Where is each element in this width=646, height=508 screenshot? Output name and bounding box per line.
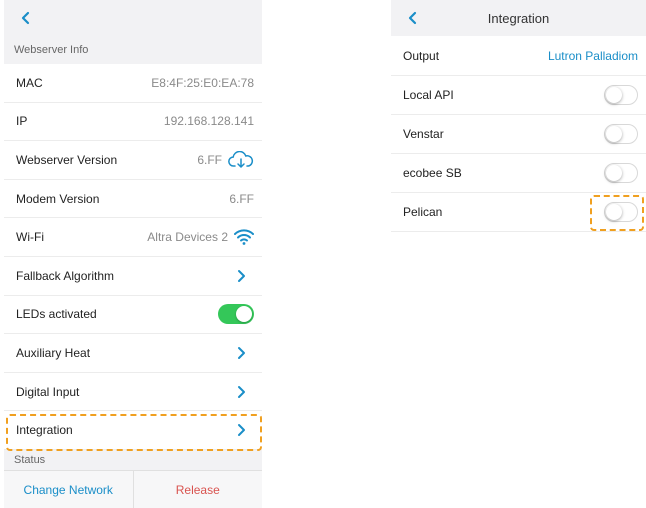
section-header-webserver-info: Webserver Info bbox=[4, 36, 262, 64]
row-ip: IP 192.168.128.141 bbox=[4, 102, 262, 142]
row-label: ecobee SB bbox=[403, 166, 462, 180]
row-wifi[interactable]: Wi-Fi Altra Devices 2 bbox=[4, 218, 262, 257]
chevron-right-icon bbox=[238, 385, 245, 398]
cloud-download-icon[interactable] bbox=[228, 150, 254, 169]
wifi-icon bbox=[234, 229, 254, 246]
chevron-left-icon bbox=[21, 11, 30, 25]
back-button[interactable] bbox=[14, 6, 38, 30]
chevron-right-icon bbox=[238, 424, 245, 437]
row-label: Digital Input bbox=[16, 384, 80, 399]
row-integration[interactable]: Integration bbox=[4, 411, 262, 450]
output-value[interactable]: Lutron Palladiom bbox=[548, 49, 638, 63]
row-label: Output bbox=[403, 48, 440, 63]
chevron-left-icon bbox=[408, 11, 417, 25]
ecobee-sb-toggle[interactable] bbox=[604, 163, 638, 183]
row-label: Modem Version bbox=[16, 191, 100, 206]
bottom-action-bar: Change Network Release bbox=[4, 470, 262, 508]
row-label: Wi-Fi bbox=[16, 230, 44, 245]
settings-screen: Webserver Info MAC E8:4F:25:E0:EA:78 IP … bbox=[4, 0, 262, 508]
row-output[interactable]: Output Lutron Palladiom bbox=[391, 36, 646, 76]
row-webserver-version: Webserver Version 6.FF bbox=[4, 141, 262, 180]
row-label: Venstar bbox=[403, 127, 444, 141]
row-label: LEDs activated bbox=[16, 307, 97, 322]
row-label: Auxiliary Heat bbox=[16, 345, 91, 360]
top-bar: Integration bbox=[391, 0, 646, 36]
ip-value: 192.168.128.141 bbox=[163, 114, 254, 129]
row-label: Pelican bbox=[403, 205, 443, 219]
release-button[interactable]: Release bbox=[134, 471, 263, 508]
row-auxiliary-heat[interactable]: Auxiliary Heat bbox=[4, 334, 262, 373]
back-button[interactable] bbox=[401, 6, 425, 30]
webserver-version-group: 6.FF bbox=[197, 150, 254, 169]
row-pelican: Pelican bbox=[391, 193, 646, 232]
row-label: Webserver Version bbox=[16, 152, 118, 167]
webserver-version-value: 6.FF bbox=[197, 152, 222, 167]
leds-toggle[interactable] bbox=[218, 304, 254, 325]
pelican-toggle[interactable] bbox=[604, 202, 638, 222]
row-leds-activated: LEDs activated bbox=[4, 295, 262, 335]
row-label: MAC bbox=[16, 75, 43, 90]
local-api-toggle[interactable] bbox=[604, 85, 638, 105]
integration-screen: Integration Output Lutron Palladiom Loca… bbox=[391, 0, 646, 240]
section-header-status: Status bbox=[4, 449, 262, 470]
top-bar bbox=[4, 0, 262, 36]
row-label: Fallback Algorithm bbox=[16, 268, 115, 283]
wifi-network-value: Altra Devices 2 bbox=[147, 230, 228, 245]
chevron-right-icon bbox=[238, 346, 245, 359]
row-label: Local API bbox=[403, 88, 454, 102]
mac-value: E8:4F:25:E0:EA:78 bbox=[151, 75, 254, 90]
modem-version-value: 6.FF bbox=[229, 191, 254, 206]
row-modem-version: Modem Version 6.FF bbox=[4, 179, 262, 219]
row-ecobee-sb: ecobee SB bbox=[391, 154, 646, 193]
row-fallback-algorithm[interactable]: Fallback Algorithm bbox=[4, 256, 262, 296]
wifi-group: Altra Devices 2 bbox=[147, 229, 254, 246]
row-digital-input[interactable]: Digital Input bbox=[4, 372, 262, 412]
row-mac: MAC E8:4F:25:E0:EA:78 bbox=[4, 64, 262, 103]
row-venstar: Venstar bbox=[391, 115, 646, 154]
change-network-button[interactable]: Change Network bbox=[4, 471, 134, 508]
row-label: IP bbox=[16, 114, 28, 129]
page-title: Integration bbox=[487, 10, 550, 26]
row-local-api: Local API bbox=[391, 76, 646, 115]
chevron-right-icon bbox=[238, 269, 245, 282]
venstar-toggle[interactable] bbox=[604, 124, 638, 144]
row-label: Integration bbox=[16, 423, 73, 438]
